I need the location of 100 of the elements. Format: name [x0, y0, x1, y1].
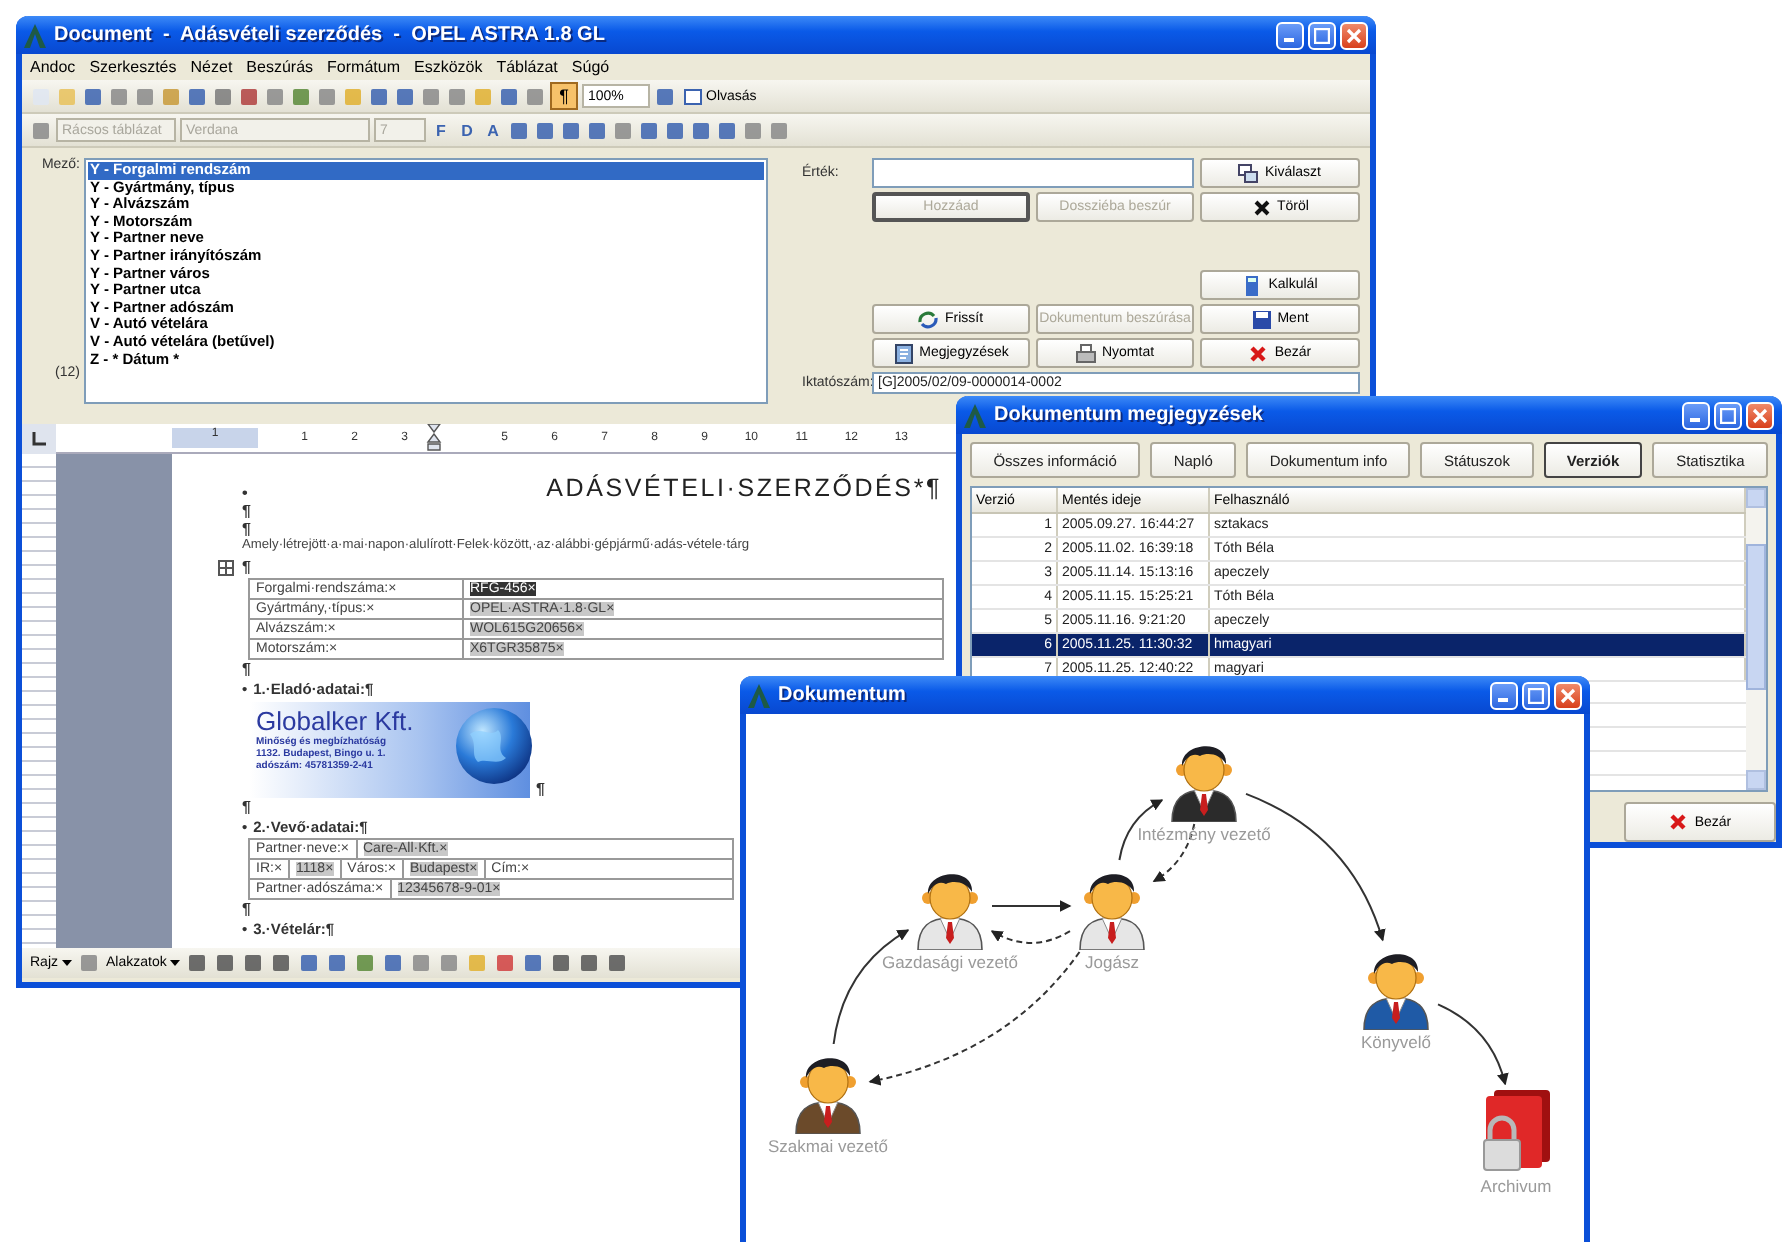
toolbar-icon[interactable]	[420, 85, 442, 107]
maximize-icon	[1528, 687, 1544, 703]
close-button[interactable]	[1746, 401, 1774, 429]
menu-item[interactable]: Táblázat	[496, 58, 558, 76]
paragraph-mark: ¶	[242, 660, 251, 678]
format-button[interactable]: D	[456, 121, 478, 139]
toolbar-icon[interactable]	[238, 85, 260, 107]
paragraph-mark: ¶	[242, 520, 251, 538]
caret-icon	[62, 959, 73, 967]
format-button[interactable]: A	[482, 121, 504, 139]
app-logo-icon	[964, 403, 986, 427]
toolbar-icon[interactable]	[638, 119, 660, 141]
toolbar-icon[interactable]	[612, 119, 634, 141]
toolbar-icon[interactable]	[768, 119, 790, 141]
toolbar-icon[interactable]	[212, 85, 234, 107]
toolbar-icon[interactable]	[368, 85, 390, 107]
toolbar-icon[interactable]	[214, 952, 237, 974]
toolbar-icon[interactable]	[82, 85, 104, 107]
toolbar-icon[interactable]	[534, 119, 556, 141]
node-label: Gazdasági vezető	[881, 952, 1019, 972]
close-button[interactable]	[1554, 681, 1582, 709]
toolbar-icon[interactable]	[160, 85, 182, 107]
dashed-arrow	[990, 930, 1071, 944]
tab-selector-button[interactable]	[22, 423, 56, 453]
toolbar-icon[interactable]	[446, 85, 468, 107]
menu-item[interactable]: Nézet	[190, 58, 233, 76]
value-field[interactable]	[872, 158, 1194, 188]
toolbar-icon[interactable]	[410, 952, 433, 974]
toolbar-icon[interactable]	[522, 952, 545, 974]
toolbar-icon[interactable]	[382, 952, 405, 974]
toolbar-icon[interactable]	[508, 119, 530, 141]
vertical-scrollbar[interactable]	[1746, 488, 1766, 790]
paragraph-mark: ¶	[242, 502, 251, 520]
toolbar-icon[interactable]	[742, 119, 764, 141]
close-icon	[1668, 812, 1689, 832]
logo-name: Globalker Kft.	[256, 706, 414, 736]
format-button[interactable]: F	[430, 121, 452, 139]
document-title: ADÁSVÉTELI·SZERZŐDÉS*¶	[546, 474, 942, 502]
toolbar-icon[interactable]	[586, 119, 608, 141]
field-list[interactable]	[84, 158, 768, 404]
arrow	[1437, 1003, 1509, 1086]
toolbar-icon[interactable]	[494, 952, 517, 974]
toolbar-icon[interactable]	[394, 85, 416, 107]
toolbar-icon[interactable]	[664, 119, 686, 141]
printer-icon	[1075, 343, 1096, 363]
paragraph-mark: ¶	[242, 798, 251, 816]
maximize-button[interactable]	[1522, 681, 1550, 709]
node-label: Jogász	[1085, 952, 1139, 972]
minimize-button[interactable]	[1276, 21, 1304, 49]
toolbar-icon[interactable]	[690, 119, 712, 141]
toolbar-icon[interactable]	[560, 119, 582, 141]
toolbar-icon[interactable]	[316, 85, 338, 107]
bullet: •	[242, 484, 248, 502]
menu-item[interactable]: Szerkesztés	[89, 58, 177, 76]
refresh-icon	[918, 309, 939, 329]
toolbar-icon[interactable]	[186, 85, 208, 107]
close-button[interactable]	[1340, 21, 1368, 49]
menu-item[interactable]: Beszúrás	[246, 58, 314, 76]
toolbar-icon[interactable]	[134, 85, 156, 107]
toolbar-icon[interactable]	[270, 952, 293, 974]
toolbar-icon[interactable]	[550, 952, 573, 974]
formatting-marks-toggle[interactable]: ¶	[550, 82, 578, 110]
toolbar-icon[interactable]	[498, 85, 520, 107]
toolbar-icon[interactable]	[298, 952, 321, 974]
menu-item[interactable]: Andoc	[30, 58, 76, 76]
toolbar-icon[interactable]	[606, 952, 629, 974]
arrow	[991, 900, 1072, 912]
maximize-button[interactable]	[1714, 401, 1742, 429]
toolbar-icon[interactable]	[524, 85, 546, 107]
toolbar-icon[interactable]	[438, 952, 461, 974]
minimize-button[interactable]	[1682, 401, 1710, 429]
toolbar-icon[interactable]	[186, 952, 209, 974]
toolbar-icon[interactable]	[654, 85, 676, 107]
app-logo-icon	[24, 23, 46, 47]
node-label: Könyvelő	[1361, 1032, 1431, 1052]
paragraph-mark: ¶	[242, 900, 251, 918]
toolbar-icon[interactable]	[242, 952, 265, 974]
maximize-button[interactable]	[1308, 21, 1336, 49]
locked-folder-icon	[1478, 1086, 1554, 1174]
table-move-handle-icon[interactable]	[218, 559, 234, 575]
toolbar-icon[interactable]	[30, 119, 52, 141]
cross-icon	[1251, 197, 1272, 217]
toolbar-icon[interactable]	[290, 85, 312, 107]
toolbar-icon[interactable]	[578, 952, 601, 974]
menu-item[interactable]: Eszközök	[413, 58, 483, 76]
windows-icon	[1238, 163, 1259, 183]
close-icon	[1560, 687, 1576, 703]
menu-item[interactable]: Formátum	[327, 58, 400, 76]
toolbar-icon[interactable]	[108, 85, 130, 107]
globe-icon	[454, 706, 534, 786]
toolbar-icon[interactable]	[264, 85, 286, 107]
node-label: Intézmény vezető	[1137, 824, 1271, 844]
toolbar-icon[interactable]	[354, 952, 377, 974]
minimize-button[interactable]	[1490, 681, 1518, 709]
toolbar-icon[interactable]	[78, 952, 101, 974]
toolbar-icon[interactable]	[326, 952, 349, 974]
toolbar-icon[interactable]	[716, 119, 738, 141]
caret-icon	[170, 959, 181, 967]
indent-marker-icon[interactable]	[425, 424, 441, 452]
menu-item[interactable]: Súgó	[571, 58, 610, 76]
